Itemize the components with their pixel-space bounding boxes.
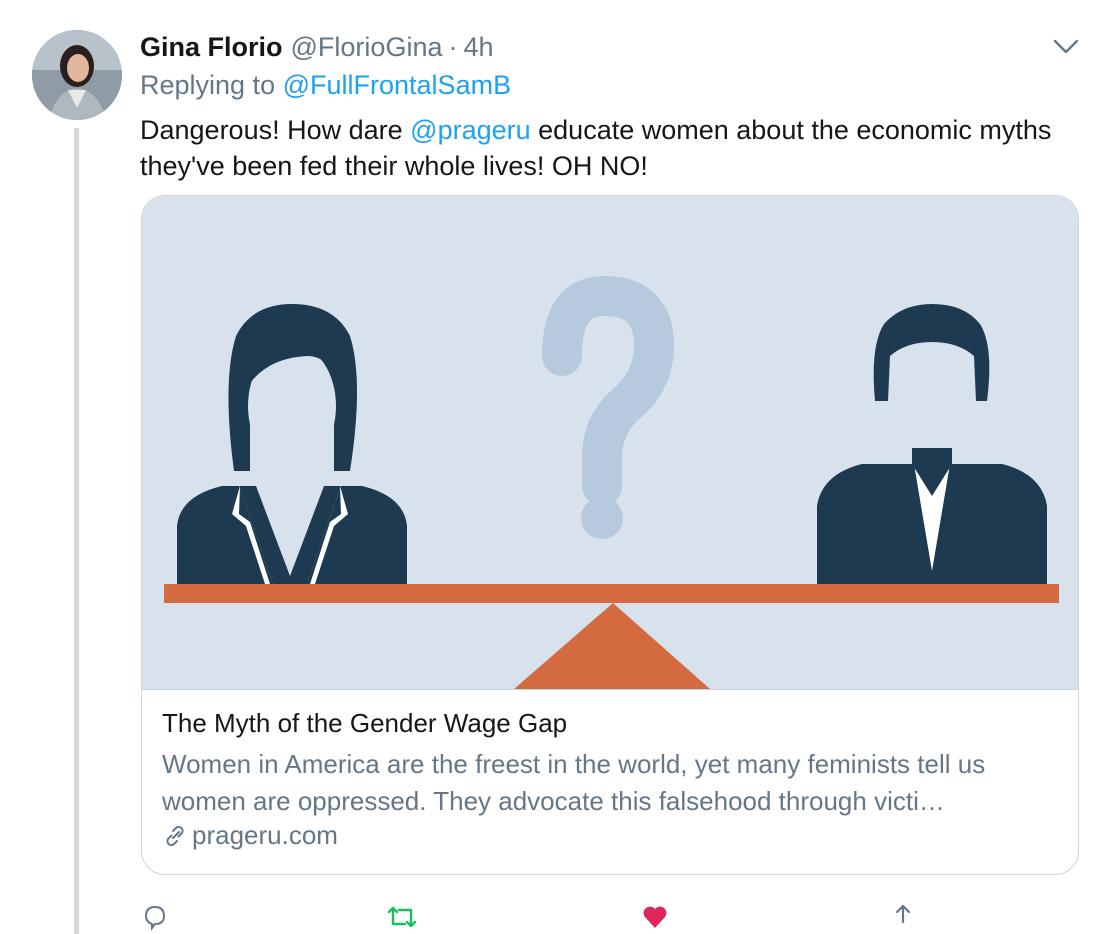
card-divider <box>142 689 1078 690</box>
author-name[interactable]: Gina Florio <box>140 32 283 63</box>
card-domain: prageru.com <box>162 820 338 851</box>
replying-to-link[interactable]: @FullFrontalSamB <box>283 70 511 100</box>
woman-silhouette-icon <box>177 304 407 584</box>
card-title: The Myth of the Gender Wage Gap <box>162 708 568 738</box>
timestamp[interactable]: 4h <box>463 32 493 63</box>
tweet-header: Gina Florio @FlorioGina · 4h <box>140 30 494 64</box>
tweet-actions <box>140 896 1040 934</box>
question-mark-icon <box>542 275 675 539</box>
share-button[interactable] <box>888 902 918 932</box>
tweet-text-part: Dangerous! How dare <box>140 115 411 145</box>
mention-link[interactable]: @prageru <box>410 115 530 145</box>
left-border <box>0 0 4 934</box>
avatar-photo <box>32 30 122 120</box>
share-icon <box>895 904 911 924</box>
tweet-text: Dangerous! How dare @prageru educate wom… <box>140 112 1070 184</box>
card-image <box>142 196 1078 689</box>
retweet-button[interactable] <box>385 902 419 932</box>
card-domain-text: prageru.com <box>192 820 338 850</box>
chevron-down-icon[interactable] <box>1050 34 1082 58</box>
link-card[interactable]: The Myth of the Gender Wage Gap Women in… <box>141 195 1079 875</box>
like-button[interactable] <box>640 902 670 932</box>
author-handle[interactable]: @FlorioGina <box>291 32 443 63</box>
replying-prefix: Replying to <box>140 70 276 100</box>
thread-line <box>74 128 79 934</box>
man-silhouette-icon <box>817 304 1047 584</box>
separator-dot: · <box>448 31 458 62</box>
link-icon <box>166 825 184 846</box>
reply-button[interactable] <box>140 902 170 932</box>
seesaw-icon <box>164 584 1059 689</box>
reply-icon <box>144 905 166 931</box>
avatar[interactable] <box>32 30 122 120</box>
retweet-icon <box>387 906 417 928</box>
heart-icon <box>643 906 667 928</box>
card-description: Women in America are the freest in the w… <box>162 749 986 816</box>
replying-to-line: Replying to @FullFrontalSamB <box>140 70 511 101</box>
